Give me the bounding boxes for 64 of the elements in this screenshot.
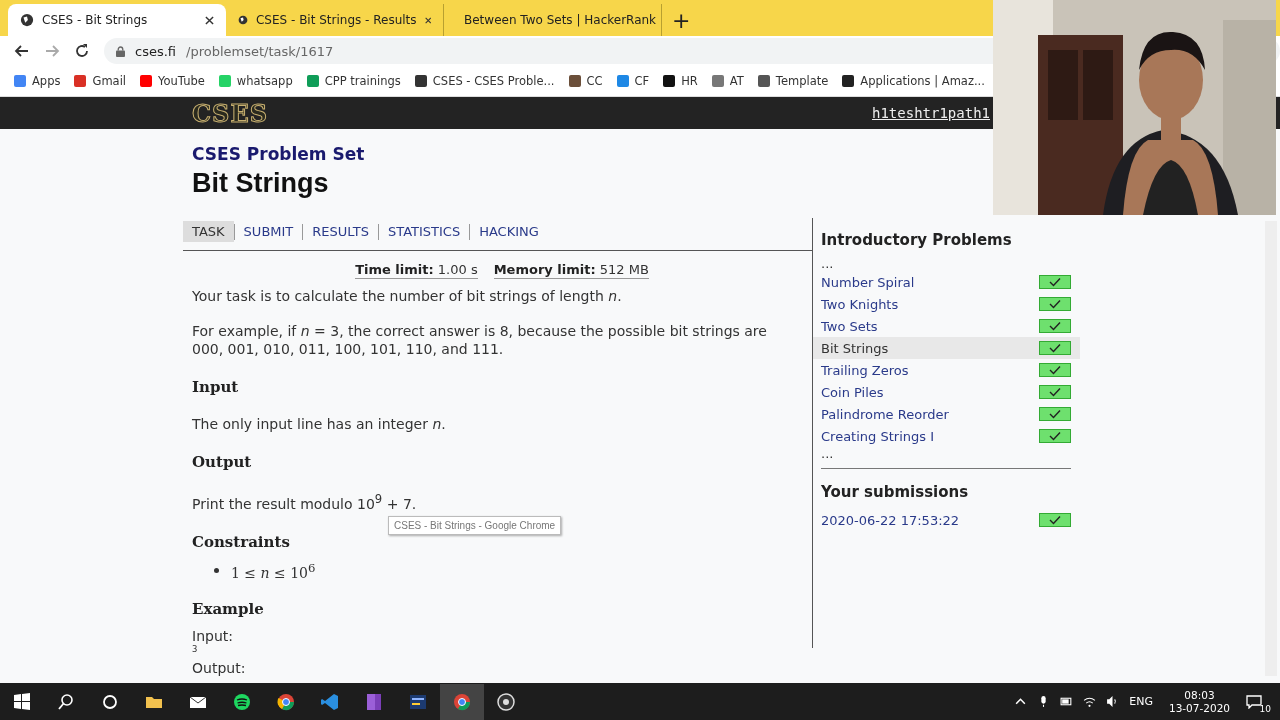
- section-title[interactable]: CSES Problem Set: [192, 144, 812, 164]
- bookmark[interactable]: whatsapp: [218, 74, 293, 88]
- example-label: Input:: [192, 628, 234, 645]
- section-heading: Example: [192, 600, 265, 619]
- lock-icon: [116, 45, 125, 57]
- paragraph: Your task is to calculate the number of bit strings of length n.: [192, 287, 623, 305]
- example-label: Output:: [192, 660, 247, 677]
- paragraph: The only input line has an integer n.: [192, 415, 447, 433]
- page-title: Bit Strings: [192, 168, 330, 199]
- language-indicator[interactable]: ENG: [1129, 695, 1153, 708]
- paragraph: Print the result modulo 10$^{9}$ + 7.: [192, 491, 418, 513]
- sidebar-title: Your submissions: [821, 483, 970, 501]
- notification-button[interactable]: 10: [1246, 691, 1270, 712]
- bookmark[interactable]: CC: [568, 74, 603, 88]
- nav-tab[interactable]: HACKING: [470, 221, 548, 242]
- section-heading: Constraints: [192, 532, 291, 551]
- limit-text: Time limit: 1.00 s: [355, 262, 478, 279]
- problem-item[interactable]: Creating Strings I: [813, 425, 1080, 447]
- battery-icon[interactable]: [1060, 695, 1074, 708]
- clock[interactable]: 08:03 13-07-2020: [1162, 688, 1236, 715]
- bookmark[interactable]: Apps: [14, 74, 61, 88]
- close-icon[interactable]: [205, 15, 214, 25]
- bookmark[interactable]: AT: [711, 74, 744, 88]
- sidebar-title: Introductory Problems: [821, 231, 1013, 249]
- section-heading: Output: [192, 453, 253, 471]
- bookmark[interactable]: HR: [663, 74, 698, 88]
- bookmark[interactable]: YouTube: [140, 74, 205, 88]
- section-heading: Input: [192, 378, 240, 396]
- globe-icon: [238, 13, 248, 27]
- bookmark[interactable]: CSES - CSES Proble...: [414, 74, 555, 88]
- problem-item[interactable]: Coin Piles: [813, 381, 1080, 403]
- tooltip: CSES - Bit Strings - Google Chrome: [388, 516, 562, 535]
- back-icon[interactable]: [14, 43, 30, 59]
- close-icon[interactable]: [424, 15, 431, 25]
- limit-text: Memory limit: 512 MB: [493, 262, 649, 279]
- bookmark[interactable]: CPP trainings: [306, 74, 401, 88]
- ellipsis: ...: [821, 447, 835, 461]
- nav-tab[interactable]: SUBMIT: [234, 221, 303, 242]
- bullet-icon: [214, 568, 219, 573]
- bookmark[interactable]: Applications | Amaz...: [842, 74, 985, 88]
- reload-icon[interactable]: [74, 43, 90, 59]
- nav-tab[interactable]: STATISTICS: [378, 221, 470, 242]
- problem-item[interactable]: Two Knights: [813, 293, 1080, 315]
- bookmark[interactable]: Gmail: [74, 74, 127, 88]
- new-tab-button[interactable]: +: [662, 4, 701, 36]
- problem-item[interactable]: Two Sets: [813, 315, 1080, 337]
- problem-item[interactable]: Trailing Zeros: [813, 359, 1080, 381]
- bookmark[interactable]: Template: [757, 74, 829, 88]
- example-value: 3: [192, 644, 198, 655]
- wifi-icon[interactable]: [1083, 695, 1097, 708]
- problem-item[interactable]: Number Spiral: [813, 271, 1080, 293]
- paragraph: For example, if n = 3, the correct answer is 8, because the possible bit strings are 000, 001, 010, 011, 100, 101, 110, and 111.: [192, 322, 768, 358]
- bookmark[interactable]: CF: [616, 74, 650, 88]
- submission-link[interactable]: 2020-06-22 17:53:22: [821, 512, 960, 528]
- user-link[interactable]: h1teshtr1path1: [872, 105, 990, 121]
- browser-icon[interactable]: [440, 683, 484, 720]
- browser-tab[interactable]: CSES - Bit Strings: [8, 4, 226, 36]
- problem-item[interactable]: Bit Strings: [813, 337, 1080, 359]
- ellipsis: ...: [821, 257, 835, 271]
- list-item: 1 ≤ n ≤ 10$^{6}$: [231, 560, 316, 581]
- nav-tab[interactable]: RESULTS: [303, 221, 378, 242]
- globe-icon: [20, 13, 34, 27]
- nav-tab[interactable]: TASK: [183, 221, 234, 242]
- problem-item[interactable]: Palindrome Reorder: [813, 403, 1080, 425]
